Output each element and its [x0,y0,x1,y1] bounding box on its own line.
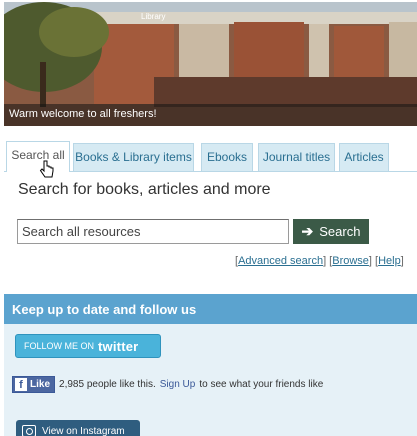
banner-caption: Warm welcome to all freshers! [9,108,157,120]
twitter-prefix: FOLLOW ME ON [24,341,95,351]
hero-banner: Library Warm welcome to all freshers! [4,2,417,126]
facebook-signup-link[interactable]: Sign Up [160,379,196,390]
facebook-icon: f [15,378,27,391]
tab-ebooks[interactable]: Ebooks [201,143,253,171]
search-tabs: Search all Books & Library items Ebooks … [4,141,417,172]
follow-header: Keep up to date and follow us [4,294,417,324]
facebook-count-text: 2,985 people like this. [59,379,156,390]
instagram-label: View on Instagram [42,425,125,436]
search-button-label: Search [319,224,361,239]
facebook-like-row: f Like 2,985 people like this. Sign Up t… [12,376,323,393]
search-links: [Advanced search] [Browse] [Help] [235,255,404,267]
twitter-follow-button[interactable]: FOLLOW ME ON twitter [15,334,161,358]
instagram-button[interactable]: View on Instagram [16,420,140,436]
facebook-suffix-text: to see what your friends like [199,379,324,390]
tab-articles[interactable]: Articles [339,143,389,171]
hand-cursor-icon [39,160,54,178]
facebook-like-label: Like [30,379,51,390]
facebook-like-button[interactable]: f Like [12,376,56,393]
tab-books-library-items[interactable]: Books & Library items [73,143,194,171]
tab-search-all[interactable]: Search all [6,141,70,172]
follow-heading: Keep up to date and follow us [12,302,197,317]
search-input[interactable] [17,219,289,244]
banner-caption-bar: Warm welcome to all freshers! [4,104,417,126]
tab-journal-titles[interactable]: Journal titles [258,143,335,171]
help-link[interactable]: Help [378,255,401,267]
search-button[interactable]: ➔ Search [293,219,369,244]
follow-section: Keep up to date and follow us FOLLOW ME … [4,294,417,436]
camera-icon [22,425,36,436]
browse-link[interactable]: Browse [332,255,369,267]
advanced-search-link[interactable]: Advanced search [238,255,323,267]
twitter-word: twitter [98,338,139,354]
library-sign: Library [141,12,165,21]
search-heading: Search for books, articles and more [18,181,271,198]
arrow-right-icon: ➔ [301,223,314,239]
